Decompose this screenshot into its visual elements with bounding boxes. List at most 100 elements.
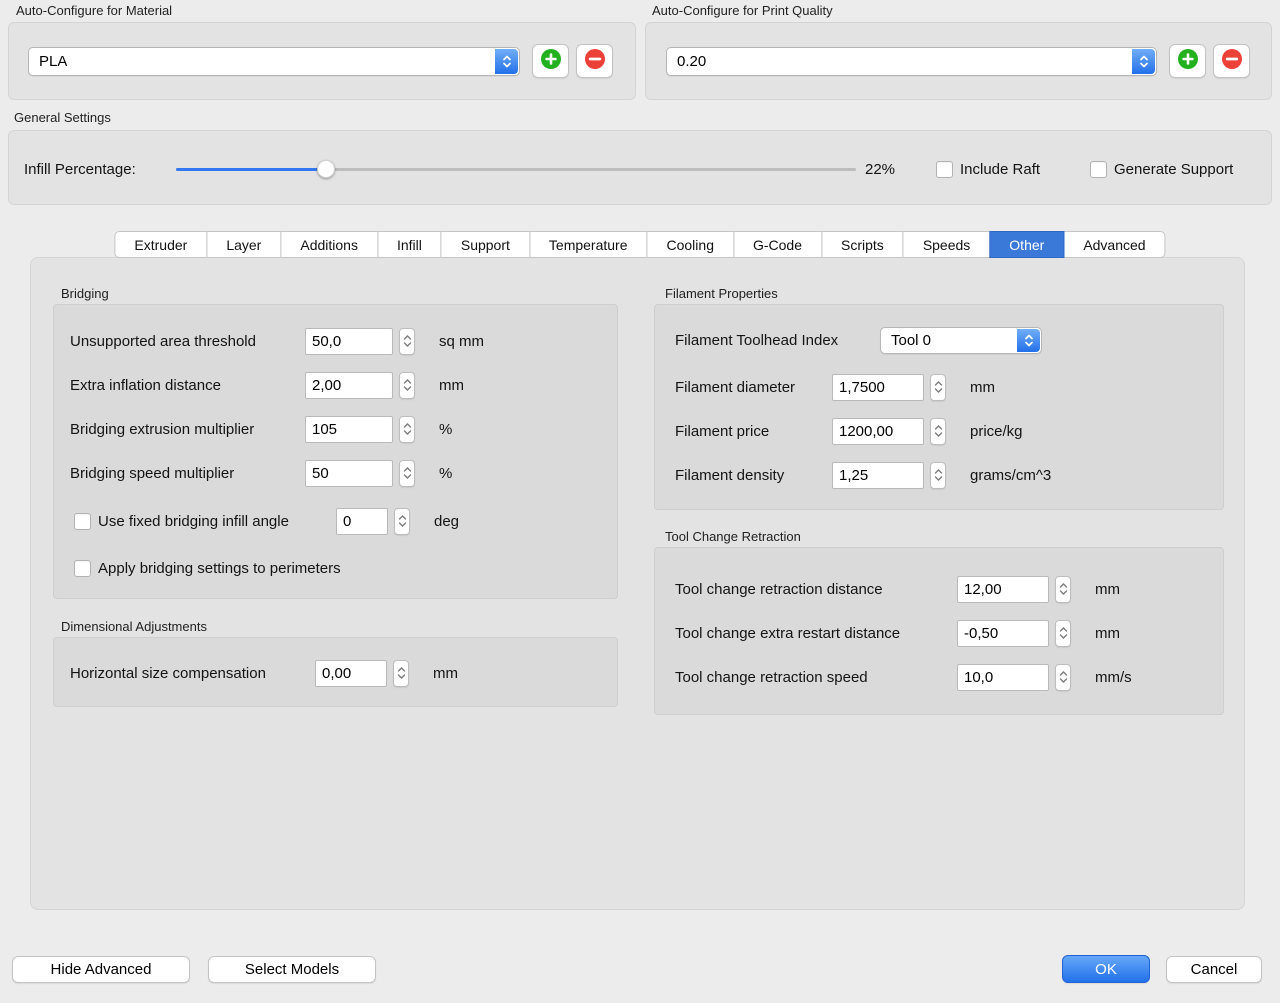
filament-density-input[interactable] [832,462,924,489]
settings-tabbar: Extruder Layer Additions Infill Support … [114,231,1165,258]
filament-price-stepper[interactable] [930,418,946,445]
generate-support-checkbox[interactable] [1090,161,1107,178]
cancel-button[interactable]: Cancel [1166,956,1262,983]
filament-density-stepper[interactable] [930,462,946,489]
bridging-speed-multiplier-stepper[interactable] [399,460,415,487]
bridging-extrusion-multiplier-input[interactable] [305,416,393,443]
toolchange-retraction-speed-input[interactable] [957,664,1049,691]
setting-row: Unsupported area threshold sq mm [70,327,484,355]
filament-price-input[interactable] [832,418,924,445]
unit-label: sq mm [439,333,484,350]
hide-advanced-button[interactable]: Hide Advanced [12,956,190,983]
toolchange-group-title: Tool Change Retraction [665,529,801,545]
tab-infill[interactable]: Infill [377,231,442,258]
toolchange-extra-restart-distance-stepper[interactable] [1055,620,1071,647]
unit-label: mm [1095,581,1120,598]
material-group-panel: PLA [8,22,636,100]
bridging-extrusion-multiplier-stepper[interactable] [399,416,415,443]
tab-layer[interactable]: Layer [206,231,281,258]
fixed-bridging-angle-input[interactable] [336,508,388,535]
setting-row: Use fixed bridging infill angle deg [74,507,459,535]
tab-cooling[interactable]: Cooling [647,231,734,258]
extra-inflation-distance-label: Extra inflation distance [70,377,305,394]
extra-inflation-distance-input[interactable] [305,372,393,399]
setting-row: Tool change extra restart distance mm [675,619,1120,647]
tab-scripts[interactable]: Scripts [821,231,904,258]
dimensional-group-panel: Horizontal size compensation mm [53,637,618,707]
filament-diameter-input[interactable] [832,374,924,401]
quality-group-title: Auto-Configure for Print Quality [652,3,833,19]
select-models-button[interactable]: Select Models [208,956,376,983]
bridging-extrusion-multiplier-label: Bridging extrusion multiplier [70,421,305,438]
filament-group-title: Filament Properties [665,286,778,302]
quality-add-button[interactable] [1169,44,1206,78]
tab-extruder[interactable]: Extruder [114,231,207,258]
material-add-button[interactable] [532,44,569,78]
unit-label: deg [434,513,459,530]
setting-row: Filament Toolhead Index Tool 0 [675,326,1042,354]
setting-row: Filament price price/kg [675,417,1023,445]
infill-percentage-slider[interactable] [176,155,856,183]
extra-inflation-distance-stepper[interactable] [399,372,415,399]
unit-label: mm [970,379,995,396]
filament-toolhead-index-label: Filament Toolhead Index [675,332,880,349]
horizontal-size-compensation-input[interactable] [315,660,387,687]
unsupported-area-threshold-stepper[interactable] [399,328,415,355]
infill-percentage-value: 22% [865,161,895,178]
bridging-group-title: Bridging [61,286,109,302]
unsupported-area-threshold-label: Unsupported area threshold [70,333,305,350]
tab-additions[interactable]: Additions [280,231,378,258]
ok-button[interactable]: OK [1062,955,1150,983]
minus-icon [584,48,606,75]
unit-label: mm [433,665,458,682]
bridging-group-panel: Unsupported area threshold sq mm Extra i… [53,304,618,599]
apply-bridging-perimeters-checkbox[interactable] [74,560,91,577]
chevron-updown-icon [1017,329,1040,352]
tab-other[interactable]: Other [989,231,1064,258]
unsupported-area-threshold-input[interactable] [305,328,393,355]
filament-diameter-label: Filament diameter [675,379,832,396]
setting-row: Apply bridging settings to perimeters [74,554,341,582]
horizontal-size-compensation-stepper[interactable] [393,660,409,687]
plus-icon [1177,48,1199,75]
unit-label: % [439,421,452,438]
quality-selected-value: 0.20 [677,53,706,70]
unit-label: price/kg [970,423,1023,440]
include-raft-checkbox[interactable] [936,161,953,178]
filament-toolhead-index-select[interactable]: Tool 0 [880,327,1042,354]
filament-price-label: Filament price [675,423,832,440]
tab-temperature[interactable]: Temperature [529,231,648,258]
infill-slider-knob[interactable] [317,160,335,178]
material-select[interactable]: PLA [28,47,520,76]
toolchange-extra-restart-distance-input[interactable] [957,620,1049,647]
tab-advanced[interactable]: Advanced [1063,231,1165,258]
tab-support[interactable]: Support [441,231,530,258]
quality-group-panel: 0.20 [645,22,1272,100]
setting-row: Tool change retraction speed mm/s [675,663,1132,691]
bridging-speed-multiplier-input[interactable] [305,460,393,487]
fixed-bridging-angle-checkbox[interactable] [74,513,91,530]
setting-row: Bridging speed multiplier % [70,459,452,487]
setting-row: Horizontal size compensation mm [70,659,458,687]
unit-label: mm/s [1095,669,1132,686]
filament-diameter-stepper[interactable] [930,374,946,401]
toolchange-retraction-speed-stepper[interactable] [1055,664,1071,691]
plus-icon [540,48,562,75]
tab-speeds[interactable]: Speeds [903,231,990,258]
fixed-bridging-angle-stepper[interactable] [394,508,410,535]
toolchange-retraction-distance-input[interactable] [957,576,1049,603]
toolchange-retraction-distance-stepper[interactable] [1055,576,1071,603]
fixed-bridging-angle-label: Use fixed bridging infill angle [98,513,336,530]
unit-label: grams/cm^3 [970,467,1051,484]
toolchange-extra-restart-distance-label: Tool change extra restart distance [675,625,957,642]
apply-bridging-perimeters-label: Apply bridging settings to perimeters [98,560,341,577]
generate-support-label: Generate Support [1114,161,1233,178]
material-remove-button[interactable] [576,44,613,78]
tab-gcode[interactable]: G-Code [733,231,822,258]
infill-slider-fill [176,168,326,171]
material-selected-value: PLA [39,53,67,70]
dimensional-group-title: Dimensional Adjustments [61,619,207,635]
quality-select[interactable]: 0.20 [666,47,1157,76]
bridging-speed-multiplier-label: Bridging speed multiplier [70,465,305,482]
quality-remove-button[interactable] [1213,44,1250,78]
